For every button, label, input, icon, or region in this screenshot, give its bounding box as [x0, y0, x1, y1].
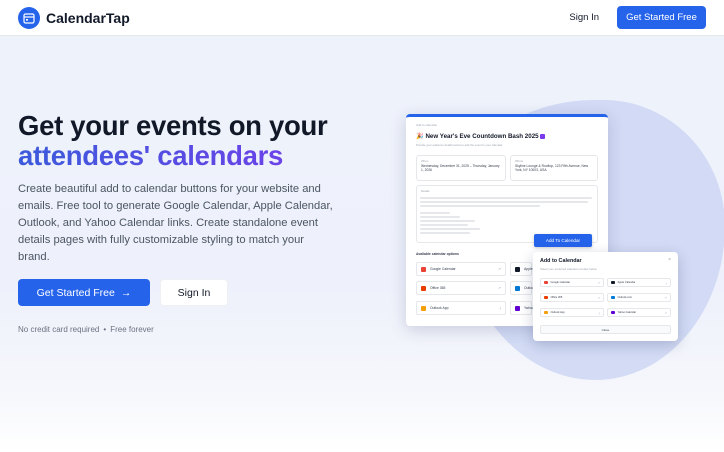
- where-text: Skyline Lounge & Rooftop, 123 Fifth Aven…: [515, 164, 589, 173]
- option-yahoo[interactable]: Yahoo: [510, 301, 534, 315]
- external-link-icon: ↗: [664, 295, 667, 300]
- details-text-line: [420, 216, 460, 218]
- yahoo-icon: [515, 305, 520, 311]
- headline-line-1: Get your events on your: [18, 110, 328, 141]
- preview-crumb: Add to calendar: [416, 123, 438, 127]
- outlook-icon: [515, 285, 520, 291]
- option-outlook-app[interactable]: Outlook App ⤓: [416, 301, 506, 315]
- popup-title: Add to Calendar: [540, 258, 582, 264]
- details-text-line: [420, 228, 480, 230]
- calendar-logo-icon[interactable]: [18, 6, 40, 29]
- outlook-icon: [611, 295, 615, 300]
- bullet-separator: •: [103, 325, 107, 334]
- office-365-icon: [544, 295, 548, 300]
- no-credit-card-text: No credit card required: [18, 325, 100, 334]
- details-label: Details: [421, 189, 430, 193]
- yahoo-icon: [611, 310, 615, 315]
- details-text-line: [420, 220, 475, 222]
- option-google-calendar[interactable]: Google Calendar ↗: [416, 262, 506, 276]
- sign-in-button[interactable]: Sign In: [160, 279, 228, 306]
- details-text-line: [420, 212, 450, 214]
- free-forever-text: Free forever: [110, 325, 154, 334]
- top-nav: CalendarTap Sign In Get Started Free: [0, 0, 724, 36]
- option-apple[interactable]: Apple: [510, 262, 533, 276]
- popup-option-outlook-com[interactable]: Outlook.com ↗: [607, 293, 671, 302]
- google-calendar-icon: [421, 266, 426, 272]
- details-text-line: [420, 197, 592, 199]
- apple-icon: [515, 266, 520, 272]
- details-text-line: [420, 224, 468, 226]
- preview-event-title: 🎉 New Year's Eve Countdown Bash 2025: [416, 132, 546, 140]
- details-text-line: [420, 205, 540, 207]
- popup-option-google-calendar[interactable]: Google Calendar ↗: [540, 278, 604, 287]
- details-text-line: [420, 201, 588, 203]
- option-outlook[interactable]: Outlook: [510, 281, 536, 295]
- external-link-icon: ↗: [497, 286, 501, 290]
- download-icon: ⤓: [499, 306, 501, 310]
- external-link-icon: ↗: [597, 295, 600, 300]
- brand-name[interactable]: CalendarTap: [46, 10, 130, 26]
- get-started-button[interactable]: Get Started Free →: [18, 279, 150, 306]
- apple-icon: [611, 280, 615, 285]
- outlook-app-icon: [544, 310, 548, 315]
- party-popper-icon: 🎉: [416, 133, 424, 140]
- details-text-line: [420, 232, 470, 234]
- hero-description: Create beautiful add to calendar buttons…: [18, 183, 333, 263]
- popup-option-apple-calendar[interactable]: Apple Calendar ⤓: [607, 278, 671, 287]
- nav-get-started-button[interactable]: Get Started Free: [617, 6, 706, 29]
- popup-close-button[interactable]: Close: [540, 325, 671, 334]
- when-text: Wednesday, December 31, 2025 – Thursday,…: [421, 164, 500, 173]
- outlook-app-icon: [421, 305, 426, 311]
- add-to-calendar-button[interactable]: Add To Calendar: [534, 234, 592, 247]
- preview-when-box: When Wednesday, December 31, 2025 – Thur…: [416, 155, 506, 181]
- popup-option-yahoo-calendar[interactable]: Yahoo Calendar ↗: [607, 308, 671, 317]
- sparkle-badge-icon: [540, 133, 546, 139]
- add-to-calendar-popup: Add to Calendar × Select your preferred …: [533, 252, 678, 341]
- download-icon: ⤓: [665, 280, 667, 285]
- close-icon[interactable]: ×: [668, 257, 671, 263]
- popup-subtitle: Select your preferred calendar provider …: [540, 267, 597, 271]
- calendar-options-label: Available calendar options: [416, 252, 459, 256]
- headline-line-2: attendees' calendars: [18, 141, 378, 171]
- where-label: Where: [515, 159, 524, 163]
- option-office-365[interactable]: Office 365 ↗: [416, 281, 506, 295]
- external-link-icon: ↗: [664, 310, 667, 315]
- popup-option-office-365[interactable]: Office 365 ↗: [540, 293, 604, 302]
- download-icon: ⤓: [598, 310, 600, 315]
- external-link-icon: ↗: [497, 267, 501, 271]
- hero-fineprint: No credit card required • Free forever: [18, 325, 154, 334]
- when-label: When: [421, 159, 429, 163]
- preview-caption: Provide your audience details below to a…: [416, 143, 503, 147]
- google-calendar-icon: [544, 280, 548, 285]
- external-link-icon: ↗: [597, 280, 600, 285]
- get-started-label: Get Started Free: [36, 286, 115, 299]
- popup-option-outlook-app[interactable]: Outlook App ⤓: [540, 308, 604, 317]
- arrow-right-icon: →: [120, 286, 132, 299]
- nav-sign-in-link[interactable]: Sign In: [569, 12, 599, 23]
- hero-headline: Get your events on your attendees' calen…: [18, 111, 378, 171]
- preview-where-box: Where Skyline Lounge & Rooftop, 123 Fift…: [510, 155, 598, 181]
- office-365-icon: [421, 285, 426, 291]
